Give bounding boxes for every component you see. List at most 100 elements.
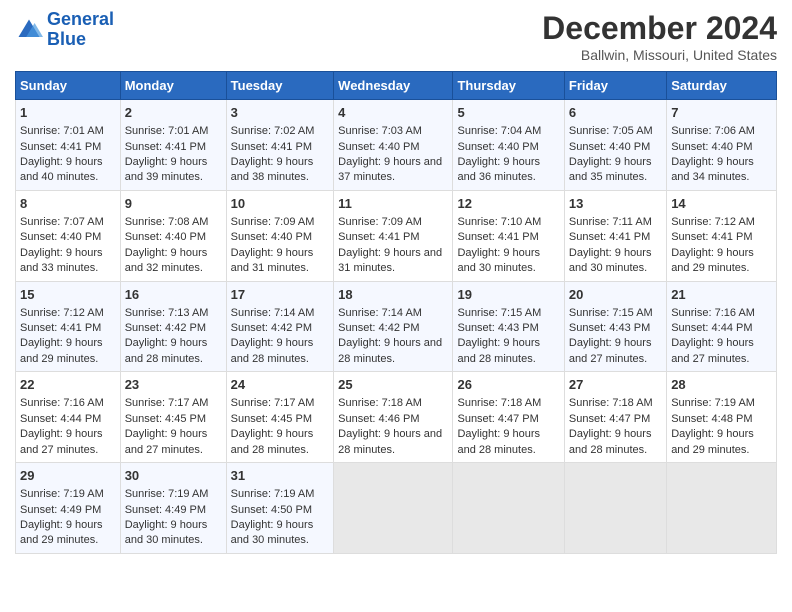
- sunrise-text: Sunrise: 7:15 AM: [569, 307, 653, 319]
- day-number: 18: [338, 286, 448, 304]
- day-number: 24: [231, 376, 330, 394]
- table-row: 23Sunrise: 7:17 AMSunset: 4:45 PMDayligh…: [120, 372, 226, 463]
- day-number: 31: [231, 467, 330, 485]
- table-row: 2Sunrise: 7:01 AMSunset: 4:41 PMDaylight…: [120, 100, 226, 191]
- sunset-text: Sunset: 4:43 PM: [457, 322, 538, 334]
- sunset-text: Sunset: 4:41 PM: [231, 141, 312, 153]
- table-row: 10Sunrise: 7:09 AMSunset: 4:40 PMDayligh…: [226, 190, 334, 281]
- day-number: 7: [671, 104, 772, 122]
- day-number: 6: [569, 104, 662, 122]
- calendar-header-row: Sunday Monday Tuesday Wednesday Thursday…: [16, 72, 777, 100]
- day-number: 11: [338, 195, 448, 213]
- sunrise-text: Sunrise: 7:08 AM: [125, 216, 209, 228]
- daylight-text: Daylight: 9 hours and 29 minutes.: [20, 337, 103, 364]
- sunset-text: Sunset: 4:41 PM: [569, 231, 650, 243]
- table-row: 18 Sunrise: 7:14 AM Sunset: 4:42 PM Dayligh…: [334, 281, 453, 372]
- day-number: 20: [569, 286, 662, 304]
- table-row: [334, 463, 453, 554]
- sunset-text: Sunset: 4:41 PM: [457, 231, 538, 243]
- daylight-text: Daylight: 9 hours and 27 minutes.: [125, 428, 208, 455]
- sunrise-text: Sunrise: 7:04 AM: [457, 125, 541, 137]
- sunset-text: Sunset: 4:42 PM: [338, 322, 419, 334]
- sunrise-text: Sunrise: 7:01 AM: [20, 125, 104, 137]
- table-row: 9Sunrise: 7:08 AMSunset: 4:40 PMDaylight…: [120, 190, 226, 281]
- daylight-text: Daylight: 9 hours and 27 minutes.: [671, 337, 754, 364]
- sunrise-text: Sunrise: 7:17 AM: [231, 397, 315, 409]
- sunset-text: Sunset: 4:40 PM: [671, 141, 752, 153]
- daylight-text: Daylight: 9 hours and 30 minutes.: [569, 247, 652, 274]
- sunrise-text: Sunrise: 7:19 AM: [125, 488, 209, 500]
- table-row: 12Sunrise: 7:10 AMSunset: 4:41 PMDayligh…: [453, 190, 564, 281]
- day-number: 10: [231, 195, 330, 213]
- table-row: [453, 463, 564, 554]
- daylight-text: Daylight: 9 hours and 30 minutes.: [231, 519, 314, 546]
- table-row: 29Sunrise: 7:19 AMSunset: 4:49 PMDayligh…: [16, 463, 121, 554]
- sunrise-text: Sunrise: 7:14 AM: [231, 307, 315, 319]
- sunset-text: Sunset: 4:47 PM: [569, 413, 650, 425]
- calendar-week-row: 29Sunrise: 7:19 AMSunset: 4:49 PMDayligh…: [16, 463, 777, 554]
- sunrise-text: Sunrise: 7:16 AM: [671, 307, 755, 319]
- day-number: 23: [125, 376, 222, 394]
- day-number: 9: [125, 195, 222, 213]
- daylight-text: Daylight: 9 hours and 36 minutes.: [457, 156, 540, 183]
- daylight-text: Daylight: 9 hours and 39 minutes.: [125, 156, 208, 183]
- table-row: 4Sunrise: 7:03 AMSunset: 4:40 PMDaylight…: [334, 100, 453, 191]
- table-row: 11Sunrise: 7:09 AMSunset: 4:41 PMDayligh…: [334, 190, 453, 281]
- daylight-text: Daylight: 9 hours and 28 minutes.: [569, 428, 652, 455]
- day-number: 21: [671, 286, 772, 304]
- sunrise-text: Sunrise: 7:19 AM: [671, 397, 755, 409]
- sunset-text: Sunset: 4:40 PM: [338, 141, 419, 153]
- daylight-text: Daylight: 9 hours and 28 minutes.: [338, 428, 442, 455]
- day-number: 13: [569, 195, 662, 213]
- logo-icon: [15, 16, 43, 44]
- subtitle: Ballwin, Missouri, United States: [542, 47, 777, 63]
- sunrise-text: Sunrise: 7:13 AM: [125, 307, 209, 319]
- table-row: 7 Sunrise: 7:06 AM Sunset: 4:40 PM Daylight…: [667, 100, 777, 191]
- daylight-text: Daylight: 9 hours and 34 minutes.: [671, 156, 754, 183]
- daylight-text: Daylight: 9 hours and 40 minutes.: [20, 156, 103, 183]
- sunset-text: Sunset: 4:40 PM: [125, 231, 206, 243]
- sunrise-text: Sunrise: 7:09 AM: [338, 216, 422, 228]
- sunset-text: Sunset: 4:41 PM: [671, 231, 752, 243]
- sunrise-text: Sunrise: 7:12 AM: [671, 216, 755, 228]
- sunrise-text: Sunrise: 7:07 AM: [20, 216, 104, 228]
- sunrise-text: Sunrise: 7:03 AM: [338, 125, 422, 137]
- sunrise-text: Sunrise: 7:10 AM: [457, 216, 541, 228]
- table-row: 5Sunrise: 7:04 AMSunset: 4:40 PMDaylight…: [453, 100, 564, 191]
- sunrise-text: Sunrise: 7:12 AM: [20, 307, 104, 319]
- daylight-text: Daylight: 9 hours and 28 minutes.: [338, 337, 442, 364]
- sunrise-text: Sunrise: 7:02 AM: [231, 125, 315, 137]
- table-row: 24 Sunrise: 7:17 AM Sunset: 4:45 PM Dayligh…: [226, 372, 334, 463]
- daylight-text: Daylight: 9 hours and 38 minutes.: [231, 156, 314, 183]
- table-row: 6Sunrise: 7:05 AMSunset: 4:40 PMDaylight…: [564, 100, 666, 191]
- sunrise-text: Sunrise: 7:16 AM: [20, 397, 104, 409]
- title-block: December 2024 Ballwin, Missouri, United …: [542, 10, 777, 63]
- sunset-text: Sunset: 4:45 PM: [231, 413, 312, 425]
- table-row: 25Sunrise: 7:18 AMSunset: 4:46 PMDayligh…: [334, 372, 453, 463]
- col-thursday: Thursday: [453, 72, 564, 100]
- col-monday: Monday: [120, 72, 226, 100]
- day-number: 26: [457, 376, 559, 394]
- sunrise-text: Sunrise: 7:14 AM: [338, 307, 422, 319]
- sunrise-text: Sunrise: 7:06 AM: [671, 125, 755, 137]
- day-number: 22: [20, 376, 116, 394]
- table-row: 15Sunrise: 7:12 AMSunset: 4:41 PMDayligh…: [16, 281, 121, 372]
- sunrise-text: Sunrise: 7:11 AM: [569, 216, 652, 228]
- sunset-text: Sunset: 4:45 PM: [125, 413, 206, 425]
- calendar-week-row: 8Sunrise: 7:07 AMSunset: 4:40 PMDaylight…: [16, 190, 777, 281]
- sunset-text: Sunset: 4:41 PM: [20, 141, 101, 153]
- sunset-text: Sunset: 4:50 PM: [231, 504, 312, 516]
- sunrise-text: Sunrise: 7:19 AM: [231, 488, 315, 500]
- sunset-text: Sunset: 4:41 PM: [20, 322, 101, 334]
- sunset-text: Sunset: 4:41 PM: [338, 231, 419, 243]
- daylight-text: Daylight: 9 hours and 35 minutes.: [569, 156, 652, 183]
- daylight-text: Daylight: 9 hours and 28 minutes.: [231, 428, 314, 455]
- daylight-text: Daylight: 9 hours and 29 minutes.: [20, 519, 103, 546]
- day-number: 12: [457, 195, 559, 213]
- table-row: 1Sunrise: 7:01 AMSunset: 4:41 PMDaylight…: [16, 100, 121, 191]
- daylight-text: Daylight: 9 hours and 30 minutes.: [125, 519, 208, 546]
- day-number: 3: [231, 104, 330, 122]
- table-row: 31 Sunrise: 7:19 AM Sunset: 4:50 PM Dayligh…: [226, 463, 334, 554]
- table-row: 22Sunrise: 7:16 AMSunset: 4:44 PMDayligh…: [16, 372, 121, 463]
- table-row: 27Sunrise: 7:18 AMSunset: 4:47 PMDayligh…: [564, 372, 666, 463]
